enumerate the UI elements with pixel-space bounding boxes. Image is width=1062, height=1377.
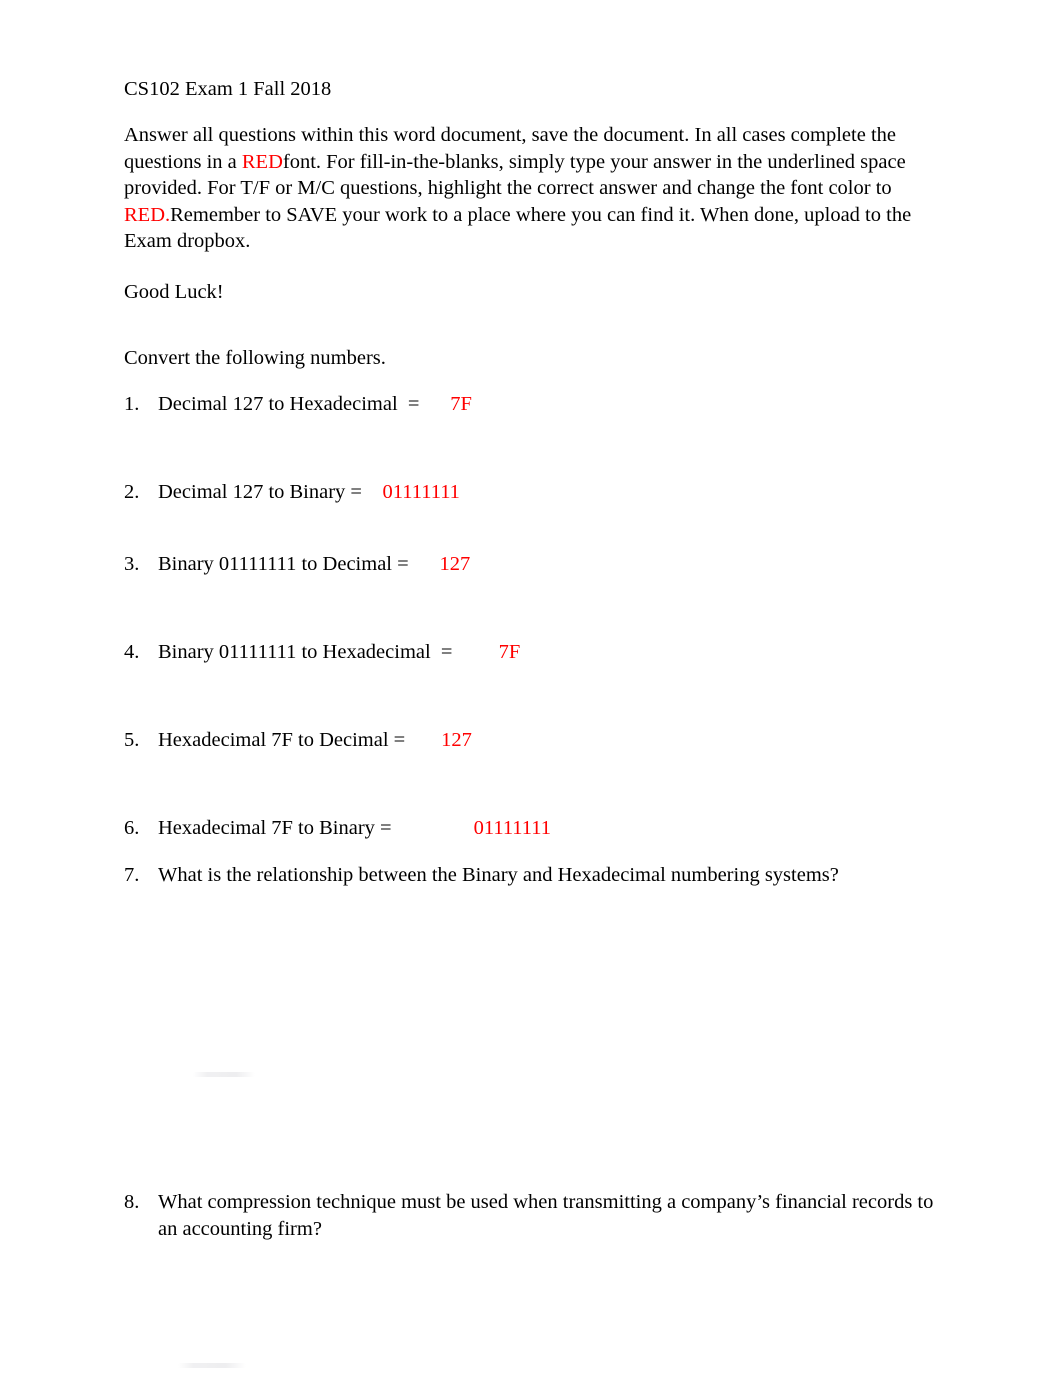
document-body: CS102 Exam 1 Fall 2018 Answer all questi…	[124, 76, 934, 1243]
instructions-red-word-1: RED	[241, 150, 283, 173]
question-prompt: Binary 01111111 to Decimal =	[158, 552, 409, 575]
page-title: CS102 Exam 1 Fall 2018	[124, 78, 332, 100]
answer-gap	[409, 553, 440, 575]
question-item-6: 6. Hexadecimal 7F to Binary = 01111111	[124, 815, 934, 842]
section-heading-convert: Convert the following numbers.	[124, 346, 386, 369]
good-luck-text: Good Luck!	[124, 280, 224, 303]
answer-value[interactable]: 01111111	[383, 481, 460, 503]
question-prompt: Hexadecimal 7F to Decimal =	[158, 728, 406, 751]
question-number: 7.	[124, 863, 140, 886]
question-item-1: 1. Decimal 127 to Hexadecimal = 7F	[124, 391, 934, 418]
question-item-7: 7. What is the relationship between the B…	[124, 862, 934, 889]
question-item-4: 4. Binary 01111111 to Hexadecimal = 7F	[124, 639, 934, 666]
question-prompt: What compression technique must be used …	[158, 1190, 934, 1240]
answer-value[interactable]: 01111111	[474, 817, 551, 839]
answer-gap	[392, 817, 474, 839]
faint-mark-lower	[178, 1363, 246, 1368]
question-number: 3.	[124, 552, 140, 575]
question-number: 4.	[124, 640, 140, 663]
answer-gap	[362, 481, 383, 503]
question-number: 8.	[124, 1190, 140, 1213]
question-prompt: Binary 01111111 to Hexadecimal =	[158, 640, 453, 663]
question-number: 1.	[124, 392, 140, 415]
question-item-3: 3. Binary 01111111 to Decimal = 127	[124, 551, 934, 578]
question-prompt: Decimal 127 to Hexadecimal =	[158, 392, 420, 415]
question-number: 6.	[124, 816, 140, 839]
answer-gap	[453, 641, 499, 663]
faint-mark-upper	[193, 1072, 255, 1077]
answer-value[interactable]: 7F	[499, 641, 521, 663]
question-item-5: 5. Hexadecimal 7F to Decimal = 127	[124, 727, 934, 754]
answer-value[interactable]: 127	[439, 553, 470, 575]
instructions-paragraph: Answer all questions within this word do…	[124, 122, 932, 255]
document-page: CS102 Exam 1 Fall 2018 Answer all questi…	[0, 0, 1062, 1377]
question-prompt: Hexadecimal 7F to Binary =	[158, 816, 392, 839]
instructions-red-word-2: RED.	[124, 203, 171, 226]
answer-gap	[405, 729, 441, 751]
question-item-8: 8. What compression technique must be use…	[124, 1189, 934, 1243]
question-prompt: Decimal 127 to Binary =	[158, 480, 362, 503]
question-list: 1. Decimal 127 to Hexadecimal = 7F 2. Deci…	[124, 391, 934, 1243]
question-number: 5.	[124, 728, 140, 751]
answer-gap	[419, 393, 450, 415]
answer-value[interactable]: 7F	[450, 393, 472, 415]
question-item-2: 2. Decimal 127 to Binary = 01111111	[124, 479, 934, 506]
instructions-part-3: Remember to SAVE your work to a place wh…	[124, 203, 912, 253]
answer-value[interactable]: 127	[441, 729, 472, 751]
question-prompt: What is the relationship between the Bin…	[158, 863, 839, 886]
question-number: 2.	[124, 480, 140, 503]
